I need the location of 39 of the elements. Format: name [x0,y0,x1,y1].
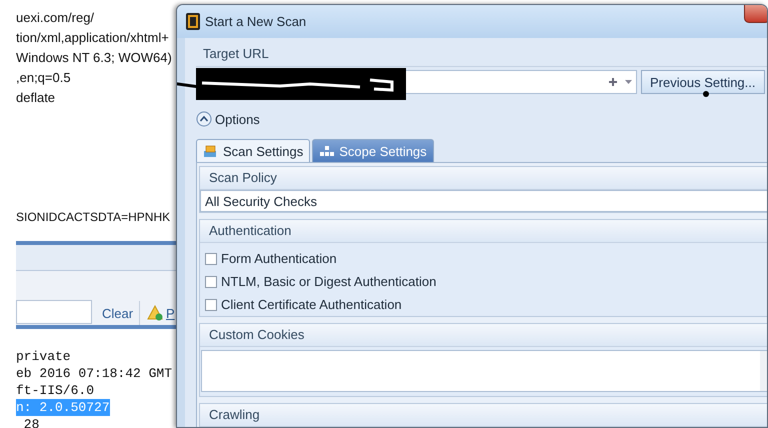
url-field[interactable] [405,70,637,94]
clear-button[interactable]: Clear [98,302,138,324]
filter-field[interactable] [16,300,92,324]
checkbox-label: Client Certificate Authentication [221,297,402,312]
response-line: private [16,348,71,365]
checkbox[interactable] [205,252,217,264]
checkbox-label: NTLM, Basic or Digest Authentication [221,274,436,289]
checkbox[interactable] [205,276,217,288]
next-button[interactable]: P [164,302,177,324]
header-text-line: deflate [16,89,56,107]
checkbox[interactable] [205,298,217,310]
dropdown-arrow-icon[interactable] [625,80,632,84]
section-header: Target URL [202,45,270,63]
checkbox-label: Form Authentication [221,251,337,266]
section-header: Crawling [200,404,767,427]
close-button[interactable] [744,5,767,23]
app-icon [186,13,200,30]
warning-icon[interactable] [147,305,163,321]
header-text-line: tion/xml,application/xhtml+ [16,29,170,47]
header-text-line: ,en;q=0.5 [16,69,72,87]
section-header: Authentication [200,220,767,243]
header-text-line: uexi.com/reg/ [16,9,96,27]
window-title: Start a New Scan [205,14,306,29]
section-header: Scan Policy [200,167,767,190]
cookies-field[interactable] [201,350,767,392]
response-line: ft-IIS/6.0 [16,382,94,399]
previous-settings-button[interactable]: Previous Setting... [641,70,764,94]
scan-policy-dropdown[interactable]: All Security Checks [200,190,767,212]
blocks-icon [319,145,336,157]
tab[interactable]: Scan Settings [196,139,310,162]
cookie-text: SIONIDCACTSDTA=HPNHK [16,209,170,226]
collapse-icon[interactable] [196,111,212,127]
response-line: 28 [22,416,40,428]
plus-icon[interactable] [609,78,617,86]
options-label: Options [215,112,260,126]
section-header: Custom Cookies [200,324,767,347]
header-text-line: Windows NT 6.3; WOW64) [16,49,173,67]
blocks-icon [203,144,219,158]
response-line: eb 2016 07:18:42 GMT [16,365,172,382]
